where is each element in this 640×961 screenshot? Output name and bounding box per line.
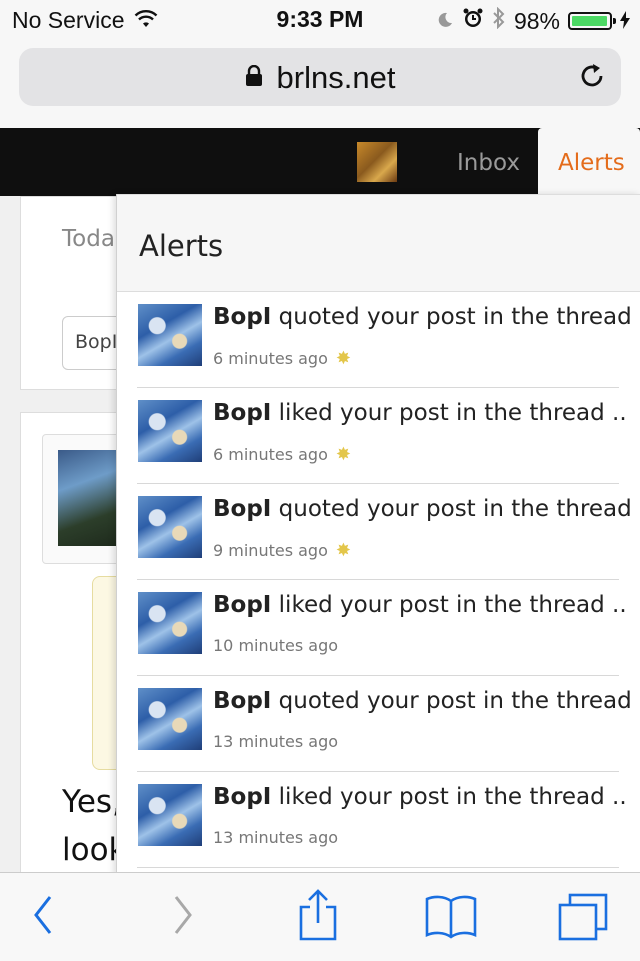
background-today-text: Toda	[62, 226, 115, 252]
battery-icon	[568, 12, 616, 30]
alert-item[interactable]: BopI liked your post in the thread .. 10 …	[137, 580, 627, 676]
new-alert-star-icon: ✸	[335, 348, 351, 369]
alert-text[interactable]: BopI quoted your post in the thread ..	[213, 496, 640, 522]
alert-username[interactable]: BopI	[213, 784, 271, 810]
alert-action: quoted your post in the thread ..	[271, 304, 640, 330]
alert-action: liked your post in the thread ..	[271, 592, 627, 618]
alert-text[interactable]: BopI quoted your post in the thread ..	[213, 304, 640, 330]
alerts-list: BopI quoted your post in the thread .. 6 …	[117, 292, 640, 868]
moon-icon	[436, 8, 454, 35]
lock-icon	[245, 59, 263, 95]
browser-toolbar	[0, 872, 640, 961]
alerts-header: Alerts	[117, 194, 640, 292]
alert-timestamp: 13 minutes ago	[213, 828, 339, 847]
alert-action: quoted your post in the thread ..	[271, 496, 640, 522]
new-alert-star-icon: ✸	[335, 540, 351, 561]
bluetooth-icon	[492, 6, 506, 35]
alert-item[interactable]: BopI liked your post in the thread .. 6 m…	[137, 388, 627, 484]
forward-icon[interactable]	[170, 893, 196, 941]
new-alert-star-icon: ✸	[335, 444, 351, 465]
alert-item[interactable]: BopI liked your post in the thread .. 13 …	[137, 772, 627, 868]
alert-username[interactable]: BopI	[213, 688, 271, 714]
alert-avatar[interactable]	[138, 304, 202, 366]
status-bar: No Service 9:33 PM 98%	[0, 0, 640, 40]
user-avatar[interactable]	[357, 142, 397, 182]
nav-alerts-label: Alerts	[558, 150, 625, 176]
alert-timestamp: 13 minutes ago	[213, 732, 339, 751]
alert-username[interactable]: BopI	[213, 400, 271, 426]
alert-avatar[interactable]	[138, 784, 202, 846]
alert-time-row: 6 minutes ago ✸	[213, 444, 351, 465]
alert-item[interactable]: BopI quoted your post in the thread .. 6 …	[137, 292, 640, 388]
alert-username[interactable]: BopI	[213, 496, 271, 522]
share-icon[interactable]	[296, 889, 340, 945]
reload-icon[interactable]	[579, 62, 607, 94]
alert-username[interactable]: BopI	[213, 592, 271, 618]
alert-time-row: 10 minutes ago	[213, 636, 338, 655]
alert-action: liked your post in the thread ..	[271, 784, 627, 810]
charging-icon	[620, 8, 630, 35]
alert-text[interactable]: BopI liked your post in the thread ..	[213, 592, 627, 618]
alert-time-row: 13 minutes ago	[213, 732, 338, 751]
alert-timestamp: 9 minutes ago	[213, 541, 328, 560]
nav-alerts[interactable]: Alerts	[538, 128, 640, 196]
alerts-popup: Alerts BopI quoted your post in the thre…	[116, 194, 640, 876]
site-navbar: Inbox Alerts	[0, 128, 640, 196]
alert-text[interactable]: BopI quoted your post in the thread ..	[213, 688, 640, 714]
alert-time-row: 13 minutes ago	[213, 828, 338, 847]
alert-item[interactable]: BopI quoted your post in the thread .. 9 …	[137, 484, 640, 580]
background-thumbnail[interactable]	[58, 450, 118, 546]
alert-avatar[interactable]	[138, 496, 202, 558]
alert-time-row: 9 minutes ago ✸	[213, 540, 351, 561]
battery-percent: 98%	[513, 7, 560, 34]
url-text: brlns.net	[276, 60, 396, 95]
alert-text[interactable]: BopI liked your post in the thread ..	[213, 400, 627, 426]
alert-timestamp: 10 minutes ago	[213, 636, 339, 655]
background-input-value: BopI	[75, 331, 118, 353]
alert-timestamp: 6 minutes ago	[213, 349, 328, 368]
nav-inbox[interactable]: Inbox	[457, 150, 520, 176]
alert-avatar[interactable]	[138, 688, 202, 750]
alert-avatar[interactable]	[138, 400, 202, 462]
bookmarks-icon[interactable]	[424, 893, 478, 943]
tabs-icon[interactable]	[556, 891, 610, 947]
alert-item[interactable]: BopI quoted your post in the thread .. 13…	[137, 676, 640, 772]
alert-timestamp: 6 minutes ago	[213, 445, 328, 464]
alert-action: liked your post in the thread ..	[271, 400, 627, 426]
alarm-icon	[462, 7, 484, 35]
alert-username[interactable]: BopI	[213, 304, 271, 330]
alert-action: quoted your post in the thread ..	[271, 688, 640, 714]
browser-address-area: brlns.net	[0, 40, 640, 128]
alert-avatar[interactable]	[138, 592, 202, 654]
back-icon[interactable]	[30, 893, 56, 941]
alert-time-row: 6 minutes ago ✸	[213, 348, 351, 369]
alerts-title: Alerts	[139, 229, 224, 263]
address-bar[interactable]: brlns.net	[19, 48, 621, 106]
alert-text[interactable]: BopI liked your post in the thread ..	[213, 784, 627, 810]
